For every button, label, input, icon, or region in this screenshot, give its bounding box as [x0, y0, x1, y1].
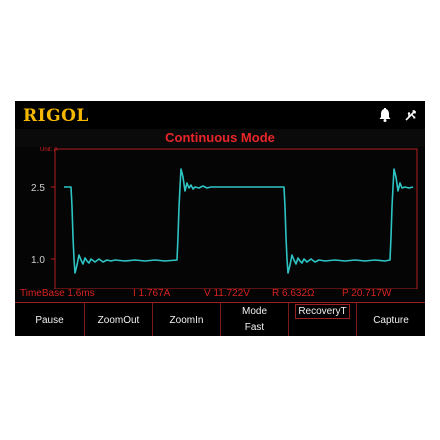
- mode-title: Continuous Mode: [165, 130, 275, 145]
- recovery-time-button-label: RecoveryT: [295, 304, 350, 319]
- current-trace: [64, 168, 414, 274]
- timebase-readout: TimeBase 1.6ms: [20, 288, 95, 299]
- plot-frame: [54, 148, 418, 289]
- usb-icon: [405, 110, 416, 121]
- resistance-readout: R 6.632Ω: [272, 288, 315, 299]
- voltage-readout: V 11.722V: [204, 288, 250, 299]
- zoom-out-button-label: ZoomOut: [97, 315, 140, 326]
- mode-button-value: Fast: [244, 322, 265, 333]
- current-readout: I 1.767A: [133, 288, 171, 299]
- mode-button-label: Mode: [241, 306, 267, 317]
- zoom-out-button[interactable]: ZoomOut: [85, 303, 153, 336]
- y-tick-low: 1.0: [31, 255, 45, 266]
- mode-button[interactable]: Mode Fast: [221, 303, 289, 336]
- softkey-bar: Pause ZoomOut ZoomIn Mode Fast RecoveryT…: [15, 302, 425, 336]
- pause-button-label: Pause: [35, 315, 64, 326]
- measurement-status-row: TimeBase 1.6ms I 1.767A V 11.722V R 6.63…: [15, 287, 425, 301]
- y-unit-label: Unit: A: [40, 147, 58, 153]
- capture-button-label: Capture: [373, 315, 409, 326]
- pause-button[interactable]: Pause: [15, 303, 85, 336]
- capture-button[interactable]: Capture: [357, 303, 425, 336]
- brand-logo: RIGOL: [23, 106, 89, 126]
- power-readout: P 20.717W: [342, 288, 392, 299]
- top-bar: RIGOL: [15, 101, 425, 129]
- zoom-in-button-label: ZoomIn: [169, 315, 204, 326]
- recovery-time-button[interactable]: RecoveryT: [289, 303, 357, 336]
- y-tick-high: 2.5: [31, 183, 45, 194]
- waveform-plot: Unit: A 2.5 1.0: [31, 147, 418, 289]
- instrument-screen: RIGOL Continuous Mode Unit: A 2.5 1.0 Ti…: [15, 101, 425, 336]
- zoom-in-button[interactable]: ZoomIn: [153, 303, 221, 336]
- bell-icon: [379, 108, 391, 122]
